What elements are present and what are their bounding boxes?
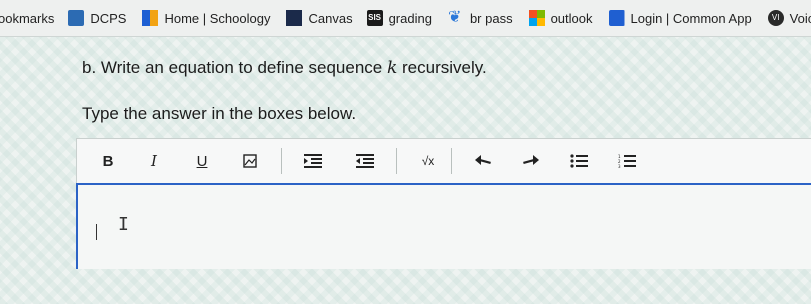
bookmark-br-pass-label: br pass bbox=[469, 10, 513, 26]
indent-button[interactable] bbox=[296, 147, 330, 175]
insert-image-button[interactable] bbox=[233, 147, 267, 175]
numbered-list-button[interactable]: 1 2 3 bbox=[610, 147, 644, 175]
bookmark-voice-label: Voic bbox=[789, 10, 811, 26]
bookmark-dcps[interactable]: DCPS bbox=[68, 10, 126, 26]
question-variable: k bbox=[386, 58, 398, 78]
undo-icon bbox=[475, 155, 491, 165]
numbered-list-icon: 1 2 3 bbox=[618, 154, 636, 168]
question-text: b. Write an equation to define sequence … bbox=[82, 58, 487, 78]
voice-icon: VI bbox=[767, 10, 784, 26]
bookmark-common-app-label: Login | Common App bbox=[630, 10, 752, 26]
grading-icon: SIS bbox=[366, 10, 383, 26]
bookmark-outlook[interactable]: outlook bbox=[528, 10, 593, 26]
italic-label: I bbox=[151, 152, 157, 170]
bookmark-common-app[interactable]: Login | Common App bbox=[608, 10, 752, 26]
mouse-ibeam-cursor: I bbox=[118, 214, 129, 235]
image-icon bbox=[243, 154, 257, 168]
br-pass-icon: ❦ bbox=[447, 9, 462, 26]
svg-text:3: 3 bbox=[618, 164, 621, 168]
bookmark-schoology-label: Home | Schoology bbox=[164, 10, 271, 26]
question-suffix: recursively. bbox=[402, 58, 487, 77]
bookmarks-label: ookmarks bbox=[0, 10, 55, 26]
bookmark-br-pass[interactable]: ❦ br pass bbox=[448, 10, 513, 26]
bookmark-voice[interactable]: VI Voic bbox=[767, 10, 811, 26]
text-cursor bbox=[96, 224, 97, 240]
canvas-icon bbox=[286, 10, 303, 26]
bookmark-schoology[interactable]: Home | Schoology bbox=[142, 10, 270, 26]
bullet-list-icon bbox=[570, 154, 588, 168]
toolbar-separator bbox=[451, 148, 452, 174]
toolbar-separator bbox=[396, 148, 397, 174]
bookmark-dcps-label: DCPS bbox=[90, 10, 127, 26]
indent-icon bbox=[304, 154, 322, 168]
redo-button[interactable] bbox=[514, 147, 548, 175]
answer-editor[interactable] bbox=[76, 183, 811, 269]
underline-label: U bbox=[196, 152, 208, 170]
outlook-icon bbox=[528, 10, 545, 26]
bookmark-canvas-label: Canvas bbox=[308, 10, 353, 26]
bookmarks-bar: ookmarks DCPS Home | Schoology Canvas SI… bbox=[0, 0, 811, 37]
common-app-icon bbox=[608, 10, 625, 26]
underline-button[interactable]: U bbox=[185, 147, 219, 175]
bookmark-grading-label: grading bbox=[388, 10, 432, 26]
bookmark-outlook-label: outlook bbox=[550, 10, 593, 26]
toolbar-separator bbox=[281, 148, 282, 174]
bold-button[interactable]: B bbox=[91, 147, 125, 175]
outdent-icon bbox=[356, 154, 374, 168]
editor-toolbar: B I U √x 1 2 3 bbox=[76, 138, 811, 183]
sqrt-button[interactable]: √x bbox=[411, 147, 445, 175]
bold-label: B bbox=[102, 152, 114, 170]
undo-button[interactable] bbox=[466, 147, 500, 175]
italic-button[interactable]: I bbox=[137, 147, 171, 175]
bullet-list-button[interactable] bbox=[562, 147, 596, 175]
sqrt-label: √x bbox=[421, 154, 435, 168]
bookmark-grading[interactable]: SIS grading bbox=[366, 10, 432, 26]
question-prefix: b. Write an equation to define sequence bbox=[82, 58, 383, 77]
redo-icon bbox=[523, 155, 539, 165]
schoology-icon bbox=[142, 10, 159, 26]
dcps-icon bbox=[68, 10, 85, 26]
outdent-button[interactable] bbox=[348, 147, 382, 175]
bookmark-canvas[interactable]: Canvas bbox=[286, 10, 353, 26]
instruction-text: Type the answer in the boxes below. bbox=[82, 104, 357, 123]
